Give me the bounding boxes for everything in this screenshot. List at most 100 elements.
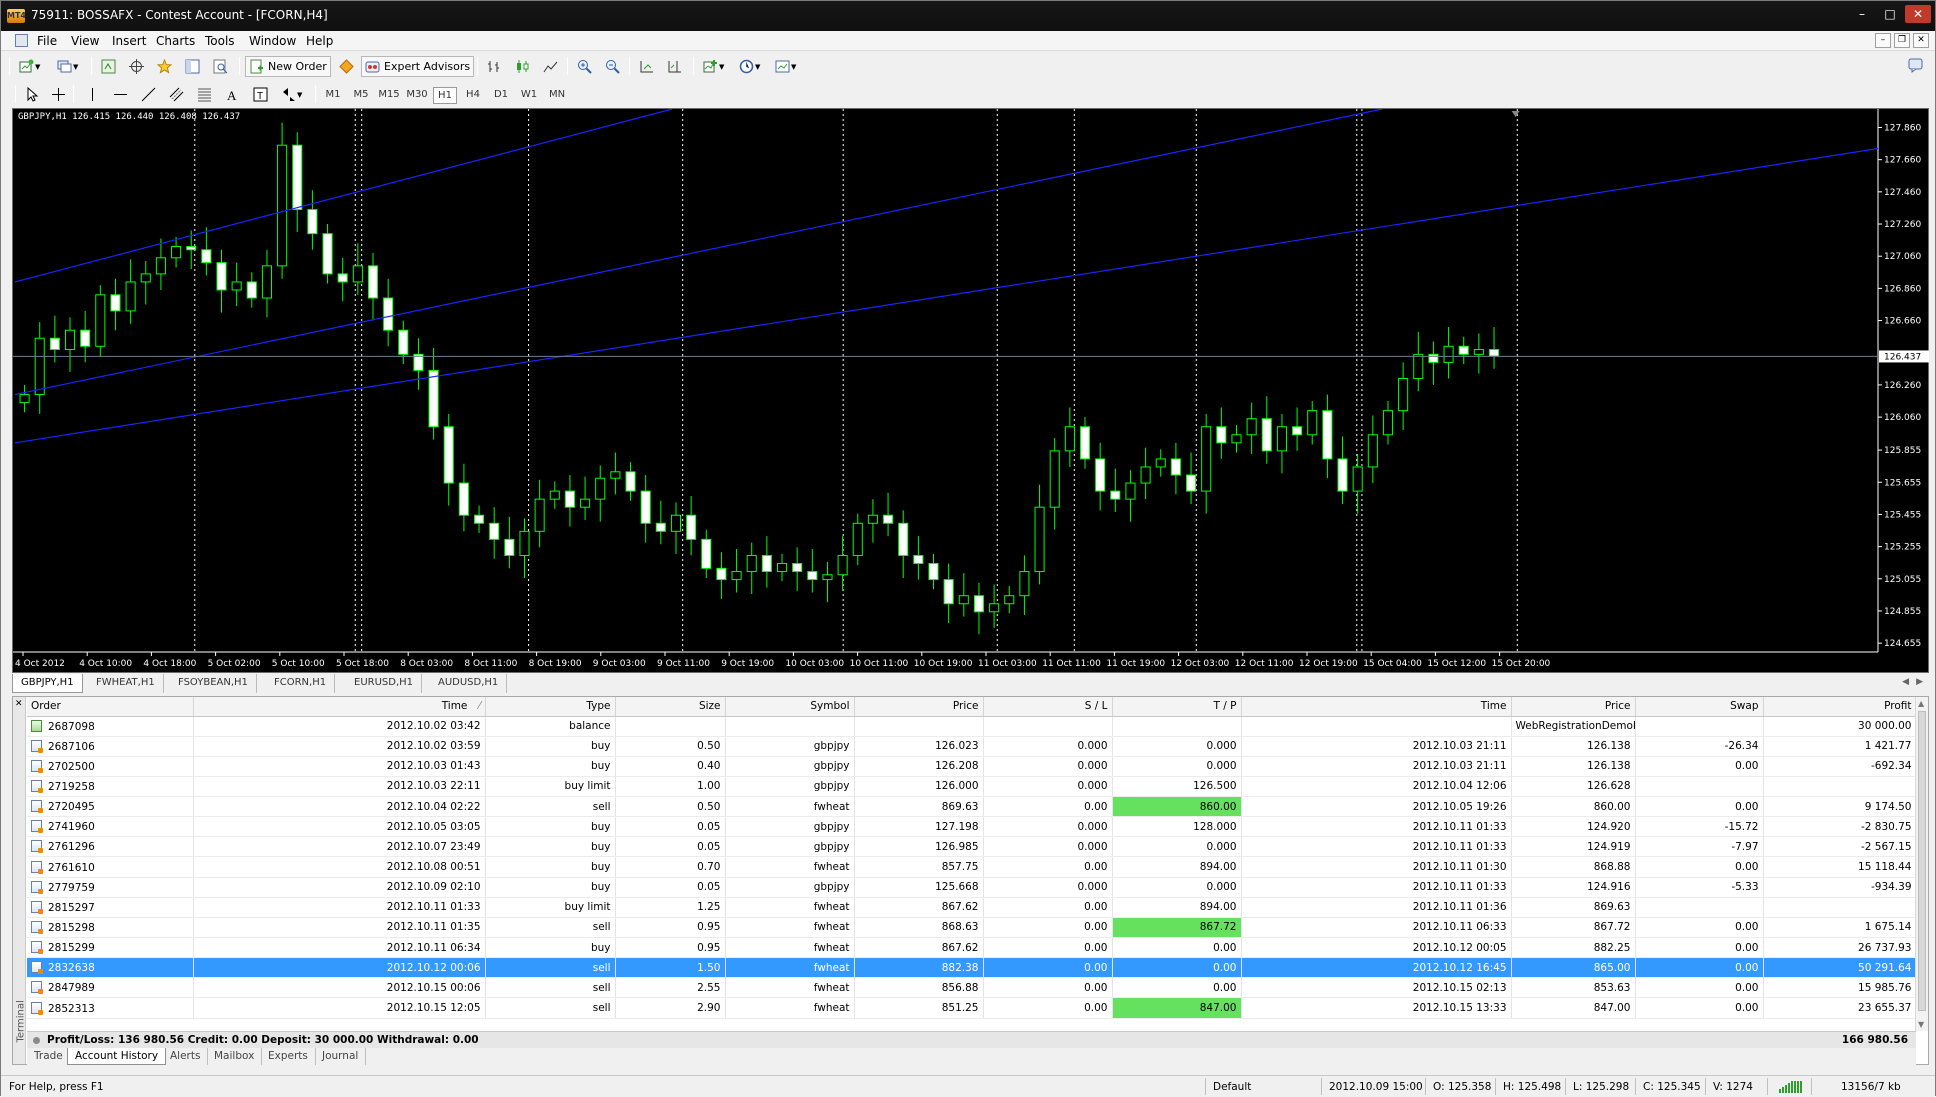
table-row[interactable]: 2741960 2012.10.05 03:05 buy 0.05 gbpjpy 127.… bbox=[27, 816, 1916, 838]
crosshair-button[interactable] bbox=[47, 84, 70, 105]
table-row[interactable]: 2761610 2012.10.08 00:51 buy 0.70 fwheat 857.… bbox=[27, 856, 1916, 878]
table-row[interactable]: 2852313 2012.10.15 12:05 sell 2.90 fwheat 851… bbox=[27, 997, 1916, 1019]
expert-advisors-button[interactable]: Expert Advisors bbox=[361, 56, 475, 77]
minimize-icon[interactable]: – bbox=[1849, 5, 1875, 23]
table-row[interactable]: 2779759 2012.10.09 02:10 buy 0.05 gbpjpy 125.… bbox=[27, 877, 1916, 898]
menu-insert[interactable]: Insert bbox=[112, 34, 146, 48]
templates-button[interactable]: ▼ bbox=[771, 56, 800, 77]
periods-button[interactable]: ▼ bbox=[735, 56, 764, 77]
table-row[interactable]: 2761296 2012.10.07 23:49 buy 0.05 gbpjpy 126.… bbox=[27, 836, 1916, 858]
vertical-line-button[interactable] bbox=[81, 84, 104, 105]
maximize-icon[interactable]: □ bbox=[1877, 5, 1903, 23]
col-sl[interactable]: S / L bbox=[983, 697, 1113, 717]
table-row[interactable]: 2815299 2012.10.11 06:34 buy 0.95 fwheat 867.… bbox=[27, 937, 1916, 959]
scrollbar-thumb[interactable] bbox=[1918, 711, 1926, 1011]
scroll-up-icon[interactable]: ▲ bbox=[1918, 699, 1924, 708]
timeframe-m1[interactable]: M1 bbox=[321, 87, 345, 104]
indicators-button[interactable]: ▼ bbox=[699, 56, 728, 77]
menu-file[interactable]: File bbox=[37, 34, 57, 48]
market-watch-button[interactable] bbox=[97, 56, 120, 77]
tab-trade[interactable]: Trade bbox=[27, 1048, 71, 1065]
col-order[interactable]: Order bbox=[27, 697, 194, 717]
bar-chart-button[interactable] bbox=[483, 56, 506, 77]
candlestick-chart-canvas[interactable]: 127.860 127.660 127.460 127.260 127.060 126.8… bbox=[13, 109, 1930, 674]
timeframe-m30[interactable]: M30 bbox=[405, 87, 429, 104]
col-profit[interactable]: Profit bbox=[1763, 697, 1916, 717]
table-row[interactable]: 2719258 2012.10.03 22:11 buy limit 1.00 gbpj… bbox=[27, 776, 1916, 798]
chart-tab-fcorn[interactable]: FCORN,H1 bbox=[266, 674, 336, 693]
chart-tab-audusd[interactable]: AUDUSD,H1 bbox=[430, 674, 508, 693]
col-swap[interactable]: Swap bbox=[1635, 697, 1764, 717]
status-profile[interactable]: Default bbox=[1213, 1081, 1251, 1093]
table-row[interactable]: 2815297 2012.10.11 01:33 buy limit 1.25 fwhe… bbox=[27, 897, 1916, 918]
auto-scroll-button[interactable] bbox=[635, 56, 658, 77]
metaeditor-button[interactable] bbox=[335, 56, 358, 77]
table-row[interactable]: 2687106 2012.10.02 03:59 buy 0.50 gbpjpy 126.… bbox=[27, 736, 1916, 757]
tab-alerts[interactable]: Alerts bbox=[163, 1048, 209, 1065]
table-row[interactable]: 2702500 2012.10.03 01:43 buy 0.40 gbpjpy 126.… bbox=[27, 756, 1916, 777]
timeframe-h1[interactable]: H1 bbox=[433, 87, 457, 104]
chart-shift-button[interactable] bbox=[663, 56, 686, 77]
col-open-time[interactable]: Time ⁄ bbox=[193, 697, 486, 717]
data-window-button[interactable] bbox=[125, 56, 148, 77]
col-size[interactable]: Size bbox=[615, 697, 726, 717]
timeframe-m5[interactable]: M5 bbox=[349, 87, 373, 104]
timeframe-d1[interactable]: D1 bbox=[489, 87, 513, 104]
mdi-restore-icon[interactable]: ❐ bbox=[1894, 33, 1910, 48]
fibonacci-button[interactable] bbox=[193, 84, 216, 105]
col-close-price[interactable]: Price bbox=[1511, 697, 1636, 717]
terminal-close-icon[interactable]: ✕ bbox=[15, 699, 23, 709]
col-type[interactable]: Type bbox=[485, 697, 616, 717]
mdi-close-icon[interactable]: ✕ bbox=[1913, 33, 1929, 48]
terminal-button[interactable] bbox=[181, 56, 204, 77]
close-icon[interactable]: ✕ bbox=[1905, 5, 1931, 23]
text-label-button[interactable]: T bbox=[249, 84, 272, 105]
col-symbol[interactable]: Symbol bbox=[725, 697, 855, 717]
menu-charts[interactable]: Charts bbox=[156, 34, 195, 48]
timeframe-m15[interactable]: M15 bbox=[377, 87, 401, 104]
col-close-time[interactable]: Time bbox=[1241, 697, 1512, 717]
timeframe-w1[interactable]: W1 bbox=[517, 87, 541, 104]
new-chart-button[interactable]: ▼ bbox=[15, 56, 44, 77]
candlestick-chart-button[interactable] bbox=[511, 56, 534, 77]
tab-journal[interactable]: Journal bbox=[315, 1048, 367, 1065]
col-tp[interactable]: T / P bbox=[1112, 697, 1242, 717]
trendline-button[interactable] bbox=[137, 84, 160, 105]
table-row[interactable]: 2832638 2012.10.12 00:06 sell 1.50 fwheat 882… bbox=[27, 957, 1916, 979]
channel-button[interactable] bbox=[165, 84, 188, 105]
arrows-button[interactable]: ▼ bbox=[277, 84, 306, 105]
tab-account-history[interactable]: Account History bbox=[67, 1048, 167, 1065]
tab-scroll-right-icon[interactable]: ▶ bbox=[1916, 677, 1923, 687]
line-chart-button[interactable] bbox=[539, 56, 562, 77]
profiles-button[interactable]: ▼ bbox=[53, 56, 82, 77]
navigator-button[interactable] bbox=[153, 56, 176, 77]
menu-view[interactable]: View bbox=[71, 34, 99, 48]
tab-scroll-left-icon[interactable]: ◀ bbox=[1902, 677, 1909, 687]
menu-help[interactable]: Help bbox=[306, 34, 333, 48]
menu-tools[interactable]: Tools bbox=[205, 34, 235, 48]
text-button[interactable]: A bbox=[221, 84, 244, 105]
timeframe-mn[interactable]: MN bbox=[545, 87, 569, 104]
new-order-button[interactable]: New Order bbox=[245, 56, 331, 77]
table-row[interactable]: 2815298 2012.10.11 01:35 sell 0.95 fwheat 868… bbox=[27, 917, 1916, 939]
tab-experts[interactable]: Experts bbox=[261, 1048, 316, 1065]
menu-window[interactable]: Window bbox=[249, 34, 296, 48]
chart-tab-fsoybean[interactable]: FSOYBEAN,H1 bbox=[170, 674, 257, 693]
cursor-button[interactable] bbox=[21, 84, 44, 105]
scroll-down-icon[interactable]: ▼ bbox=[1918, 1020, 1924, 1029]
vertical-scrollbar[interactable]: ▲ ▼ bbox=[1915, 697, 1928, 1031]
table-row[interactable]: 2847989 2012.10.15 00:06 sell 2.55 fwheat 856… bbox=[27, 977, 1916, 999]
table-row[interactable]: 2720495 2012.10.04 02:22 sell 0.50 fwheat 869… bbox=[27, 796, 1916, 818]
document-icon[interactable] bbox=[15, 34, 28, 47]
chart-tab-eurusd[interactable]: EURUSD,H1 bbox=[346, 674, 423, 693]
table-row[interactable]: 2687098 2012.10.02 03:42 balance WebRegistr… bbox=[27, 716, 1916, 737]
chart-tab-fwheat[interactable]: FWHEAT,H1 bbox=[88, 674, 164, 693]
zoom-in-button[interactable] bbox=[573, 56, 596, 77]
tab-mailbox[interactable]: Mailbox bbox=[207, 1048, 263, 1065]
zoom-out-button[interactable] bbox=[601, 56, 624, 77]
notifications-button[interactable] bbox=[1904, 55, 1927, 76]
mdi-minimize-icon[interactable]: – bbox=[1875, 33, 1891, 48]
col-price[interactable]: Price bbox=[854, 697, 984, 717]
timeframe-h4[interactable]: H4 bbox=[461, 87, 485, 104]
price-chart[interactable]: 127.860 127.660 127.460 127.260 127.060 126.8… bbox=[12, 108, 1929, 673]
